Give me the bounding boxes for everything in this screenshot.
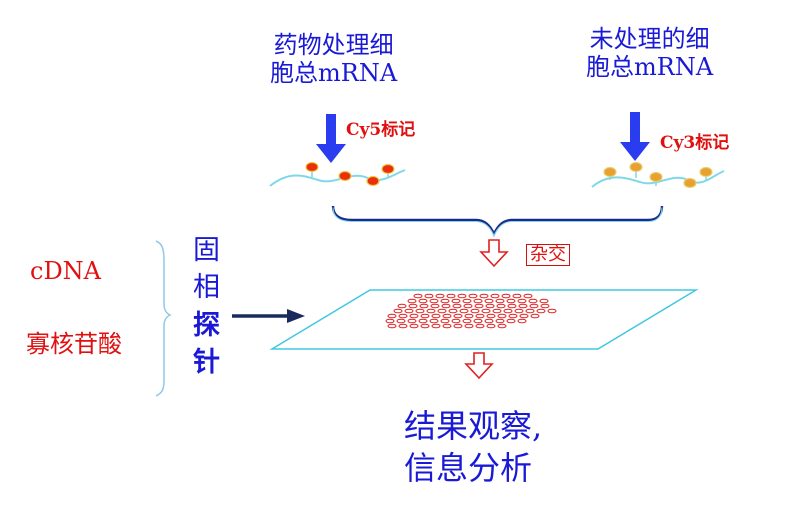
cdna-label: cDNA xyxy=(30,257,102,285)
left-blue-arrow xyxy=(316,114,346,163)
cy5-labeled-dots xyxy=(305,161,395,187)
treated-mrna-line2: 胞总mRNA xyxy=(270,58,398,87)
treated-mrna-label: 药物处理细 胞总mRNA xyxy=(270,31,398,87)
cy5-dot xyxy=(366,175,380,187)
result-arrow xyxy=(464,352,494,380)
result-line1: 结果观察, xyxy=(404,407,543,445)
probe-char-4: 针 xyxy=(193,346,220,378)
hybridize-arrow xyxy=(479,239,509,268)
probe-arrow xyxy=(232,309,305,323)
probe-type-bracket xyxy=(155,240,172,397)
treated-mrna-line1: 药物处理细 xyxy=(273,31,394,59)
cy3-label: Cy3标记 xyxy=(660,133,730,153)
cy3-dot xyxy=(629,161,643,173)
probe-char-2: 相 xyxy=(193,272,220,304)
untreated-mrna-line1: 未处理的细 xyxy=(589,25,710,53)
cy5-dot xyxy=(305,161,319,173)
result-line2: 信息分析 xyxy=(404,448,533,487)
cy3-labeled-dots xyxy=(603,161,713,189)
cy5-dot xyxy=(338,170,352,182)
cy3-dot xyxy=(603,166,617,178)
microarray-chip xyxy=(269,289,699,350)
untreated-mrna-label: 未处理的细 胞总mRNA xyxy=(586,25,714,81)
untreated-mrna-line2: 胞总mRNA xyxy=(586,52,714,81)
cy3-dot xyxy=(649,171,663,183)
probe-char-1: 固 xyxy=(193,235,220,266)
hybridization-label: 杂交 xyxy=(526,244,570,266)
probe-char-3: 探 xyxy=(193,309,220,341)
oligonucleotide-label: 寡核苷酸 xyxy=(26,330,122,358)
cy5-dot xyxy=(381,163,395,175)
cy3-dot xyxy=(699,166,713,178)
solid-phase-probe-label: 固 相 探 针 xyxy=(193,232,220,381)
result-analysis-label: 结果观察, 信息分析 xyxy=(404,406,542,489)
right-blue-arrow xyxy=(620,112,650,161)
cy3-dot xyxy=(683,177,697,189)
cy5-label: Cy5标记 xyxy=(346,120,416,140)
